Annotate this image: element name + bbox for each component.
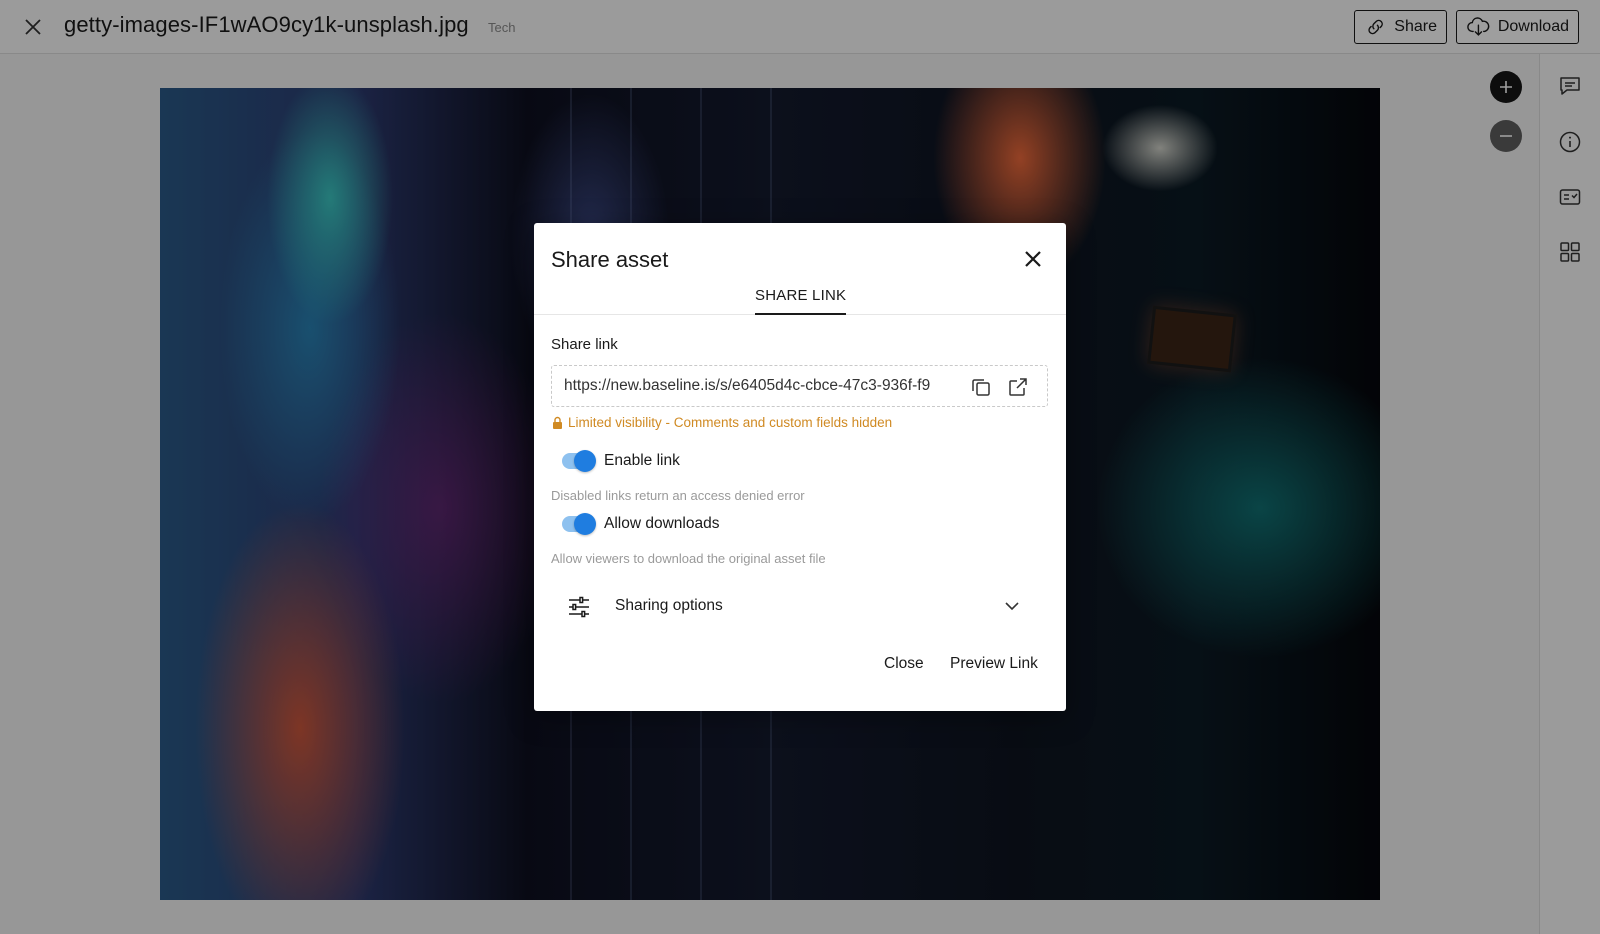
external-link-icon (1009, 378, 1027, 396)
lock-icon (553, 416, 562, 429)
enable-link-label: Enable link (604, 452, 680, 469)
share-link-label: Share link (551, 336, 618, 353)
sharing-options-accordion[interactable]: Sharing options (551, 585, 1048, 629)
open-link-button[interactable] (1006, 375, 1030, 399)
copy-link-button[interactable] (969, 375, 993, 399)
enable-link-row: Enable link (562, 450, 680, 472)
close-icon (1025, 251, 1041, 267)
sharing-options-label: Sharing options (615, 597, 723, 614)
chevron-down-icon (1005, 602, 1019, 611)
visibility-text: Limited visibility - Comments and custom… (568, 415, 893, 430)
allow-downloads-toggle[interactable] (562, 513, 596, 535)
share-link-input[interactable] (564, 375, 960, 397)
visibility-warning: Limited visibility - Comments and custom… (551, 415, 892, 430)
preview-link-button[interactable]: Preview Link (950, 655, 1038, 673)
enable-link-helper: Disabled links return an access denied e… (551, 488, 805, 503)
allow-downloads-row: Allow downloads (562, 513, 720, 535)
close-button[interactable]: Close (884, 655, 924, 673)
dialog-tabs: SHARE LINK (534, 283, 1066, 315)
share-asset-dialog: Share asset SHARE LINK Share link Limite… (534, 223, 1066, 711)
allow-downloads-label: Allow downloads (604, 515, 720, 532)
share-link-field (551, 365, 1048, 407)
tab-share-link[interactable]: SHARE LINK (755, 287, 847, 315)
copy-icon (972, 379, 990, 396)
sliders-icon (569, 596, 589, 618)
allow-downloads-helper: Allow viewers to download the original a… (551, 551, 826, 566)
enable-link-toggle[interactable] (562, 450, 596, 472)
dialog-title: Share asset (551, 247, 669, 272)
dialog-close-button[interactable] (1019, 245, 1047, 273)
